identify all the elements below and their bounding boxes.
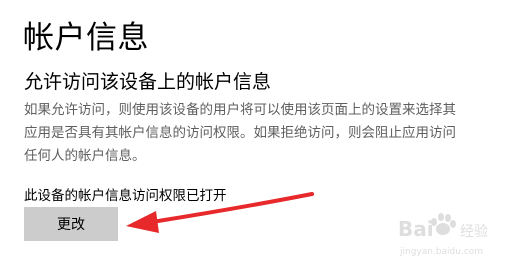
svg-text:Bai: Bai xyxy=(398,217,434,241)
access-status-text: 此设备的帐户信息访问权限已打开 xyxy=(24,188,227,204)
watermark-logo: Bai 经验 jingyan.baidu.com xyxy=(398,213,488,257)
svg-text:jingyan.baidu.com: jingyan.baidu.com xyxy=(399,247,483,257)
change-button[interactable]: 更改 xyxy=(24,207,118,241)
section-description: 如果允许访问，则使用该设备的用户将可以使用该页面上的设置来选择其应用是否具有其帐… xyxy=(24,102,456,164)
svg-text:经验: 经验 xyxy=(460,224,488,240)
page-title: 帐户信息 xyxy=(23,20,149,56)
section-title: 允许访问该设备上的帐户信息 xyxy=(24,71,272,93)
baidu-paw-icon xyxy=(431,213,456,235)
